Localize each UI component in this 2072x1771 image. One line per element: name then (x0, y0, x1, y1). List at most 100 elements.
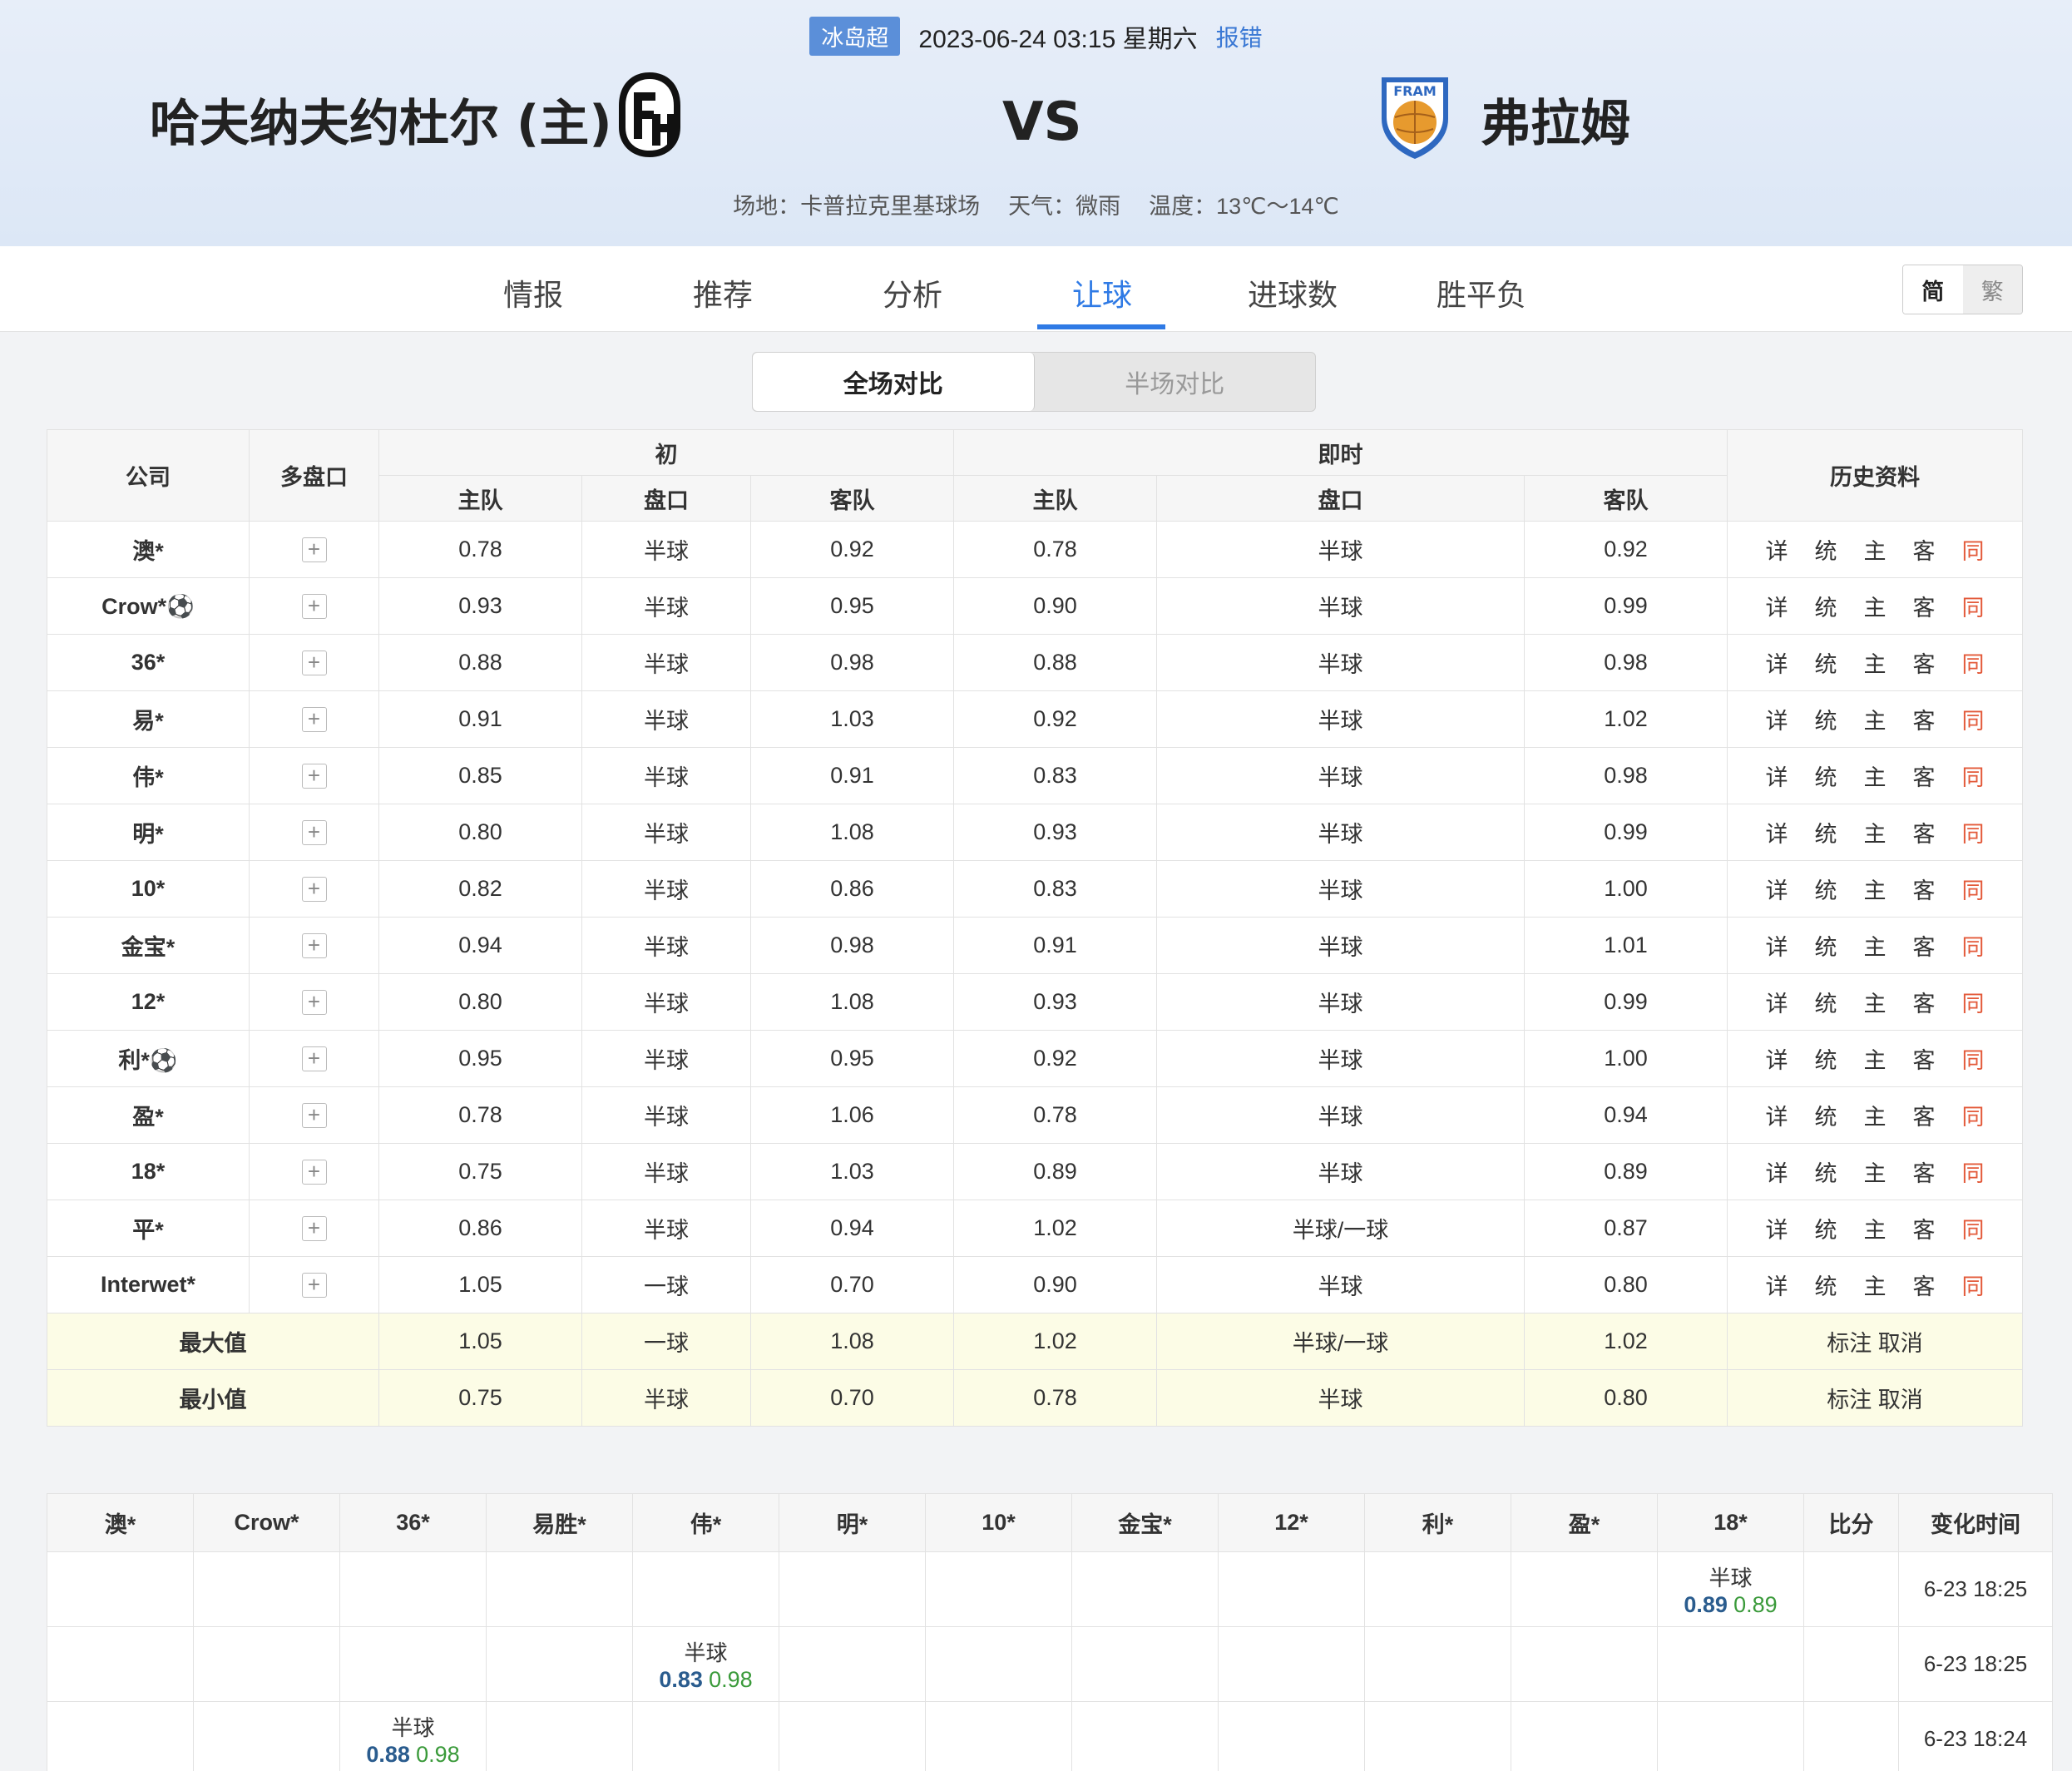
history-link[interactable]: 主 (1864, 652, 1887, 677)
history-link[interactable]: 客 (1913, 1218, 1936, 1243)
tab-1x2[interactable]: 胜平负 (1437, 271, 1526, 314)
history-link[interactable]: 详 (1766, 765, 1788, 790)
history-link[interactable]: 同 (1962, 539, 1985, 564)
expand-plus-icon[interactable]: + (301, 707, 327, 732)
history-link[interactable]: 同 (1962, 822, 1985, 847)
history-link[interactable]: 统 (1815, 596, 1837, 621)
history-link[interactable]: 同 (1962, 1218, 1985, 1243)
history-link[interactable]: 同 (1962, 709, 1985, 734)
away-team-logo-icon[interactable]: FRAM (1377, 69, 1453, 161)
history-link[interactable]: 统 (1815, 539, 1837, 564)
history-link[interactable]: 统 (1815, 652, 1837, 677)
history-link[interactable]: 客 (1913, 709, 1936, 734)
history-link[interactable]: 统 (1815, 1161, 1837, 1186)
history-link[interactable]: 详 (1766, 596, 1788, 621)
history-link[interactable]: 统 (1815, 765, 1837, 790)
company-cell[interactable]: 平* (47, 1200, 250, 1257)
history-link[interactable]: 详 (1766, 878, 1788, 903)
history-link[interactable]: 同 (1962, 935, 1985, 960)
history-link[interactable]: 客 (1913, 539, 1936, 564)
expand-plus-icon[interactable]: + (301, 820, 327, 845)
company-cell[interactable]: 利*⚽ (47, 1030, 250, 1087)
history-link[interactable]: 统 (1815, 992, 1837, 1017)
expand-plus-icon[interactable]: + (301, 1216, 327, 1241)
history-link[interactable]: 统 (1815, 709, 1837, 734)
company-cell[interactable]: 伟* (47, 747, 250, 804)
history-link[interactable]: 主 (1864, 1274, 1887, 1299)
tab-recommend[interactable]: 推荐 (693, 271, 753, 314)
company-cell[interactable]: 12* (47, 973, 250, 1031)
company-cell[interactable]: 金宝* (47, 917, 250, 974)
history-link[interactable]: 详 (1766, 652, 1788, 677)
history-link[interactable]: 详 (1766, 992, 1788, 1017)
history-link[interactable]: 主 (1864, 1105, 1887, 1130)
history-link[interactable]: 同 (1962, 878, 1985, 903)
history-link[interactable]: 同 (1962, 992, 1985, 1017)
expand-plus-icon[interactable]: + (301, 1160, 327, 1185)
company-cell[interactable]: 36* (47, 634, 250, 691)
company-cell[interactable]: 盈* (47, 1086, 250, 1144)
expand-plus-icon[interactable]: + (301, 1273, 327, 1298)
history-link[interactable]: 同 (1962, 1161, 1985, 1186)
history-link[interactable]: 主 (1864, 935, 1887, 960)
company-cell[interactable]: 易* (47, 690, 250, 748)
history-link[interactable]: 主 (1864, 1161, 1887, 1186)
expand-plus-icon[interactable]: + (301, 764, 327, 789)
history-link[interactable]: 同 (1962, 1274, 1985, 1299)
half-match-button[interactable]: 半场对比 (1035, 353, 1316, 411)
tab-goals[interactable]: 进球数 (1248, 271, 1338, 314)
history-link[interactable]: 客 (1913, 822, 1936, 847)
history-link[interactable]: 客 (1913, 1048, 1936, 1073)
expand-plus-icon[interactable]: + (301, 1046, 327, 1071)
expand-plus-icon[interactable]: + (301, 877, 327, 902)
company-cell[interactable]: 澳* (47, 521, 250, 578)
history-link[interactable]: 客 (1913, 1161, 1936, 1186)
history-link[interactable]: 同 (1962, 596, 1985, 621)
history-link[interactable]: 详 (1766, 1274, 1788, 1299)
tab-handicap[interactable]: 让球 (1072, 271, 1132, 314)
history-link[interactable]: 客 (1913, 878, 1936, 903)
traditional-button[interactable]: 繁 (1962, 265, 2022, 314)
expand-plus-icon[interactable]: + (301, 1103, 327, 1128)
expand-plus-icon[interactable]: + (301, 990, 327, 1015)
history-link[interactable]: 主 (1864, 539, 1887, 564)
history-link[interactable]: 主 (1864, 1218, 1887, 1243)
expand-plus-icon[interactable]: + (301, 933, 327, 958)
history-link[interactable]: 主 (1864, 596, 1887, 621)
mark-cancel-links[interactable]: 标注 取消 (1727, 1369, 2024, 1427)
history-link[interactable]: 客 (1913, 1274, 1936, 1299)
expand-plus-icon[interactable]: + (301, 594, 327, 619)
company-cell[interactable]: 明* (47, 804, 250, 861)
history-link[interactable]: 详 (1766, 1048, 1788, 1073)
full-match-button[interactable]: 全场对比 (753, 353, 1035, 411)
history-link[interactable]: 详 (1766, 935, 1788, 960)
expand-plus-icon[interactable]: + (301, 537, 327, 562)
history-link[interactable]: 同 (1962, 765, 1985, 790)
history-link[interactable]: 统 (1815, 878, 1837, 903)
history-link[interactable]: 统 (1815, 1218, 1837, 1243)
history-link[interactable]: 客 (1913, 765, 1936, 790)
history-link[interactable]: 主 (1864, 709, 1887, 734)
history-link[interactable]: 主 (1864, 822, 1887, 847)
history-link[interactable]: 统 (1815, 822, 1837, 847)
expand-plus-icon[interactable]: + (301, 651, 327, 675)
away-team-name[interactable]: 弗拉姆 (1481, 83, 1630, 156)
home-team-logo-icon[interactable] (616, 69, 684, 161)
league-badge[interactable]: 冰岛超 (809, 17, 901, 56)
history-link[interactable]: 主 (1864, 992, 1887, 1017)
history-link[interactable]: 详 (1766, 1161, 1788, 1186)
history-link[interactable]: 同 (1962, 1048, 1985, 1073)
history-link[interactable]: 详 (1766, 1105, 1788, 1130)
company-cell[interactable]: 10* (47, 860, 250, 918)
company-cell[interactable]: Crow*⚽ (47, 577, 250, 635)
home-team-name[interactable]: 哈夫纳夫约杜尔 (主) (150, 83, 612, 156)
history-link[interactable]: 主 (1864, 878, 1887, 903)
tab-intel[interactable]: 情报 (503, 271, 563, 314)
tab-analysis[interactable]: 分析 (883, 271, 942, 314)
company-cell[interactable]: 18* (47, 1143, 250, 1200)
history-link[interactable]: 统 (1815, 935, 1837, 960)
history-link[interactable]: 详 (1766, 822, 1788, 847)
history-link[interactable]: 主 (1864, 1048, 1887, 1073)
history-link[interactable]: 客 (1913, 596, 1936, 621)
history-link[interactable]: 客 (1913, 935, 1936, 960)
